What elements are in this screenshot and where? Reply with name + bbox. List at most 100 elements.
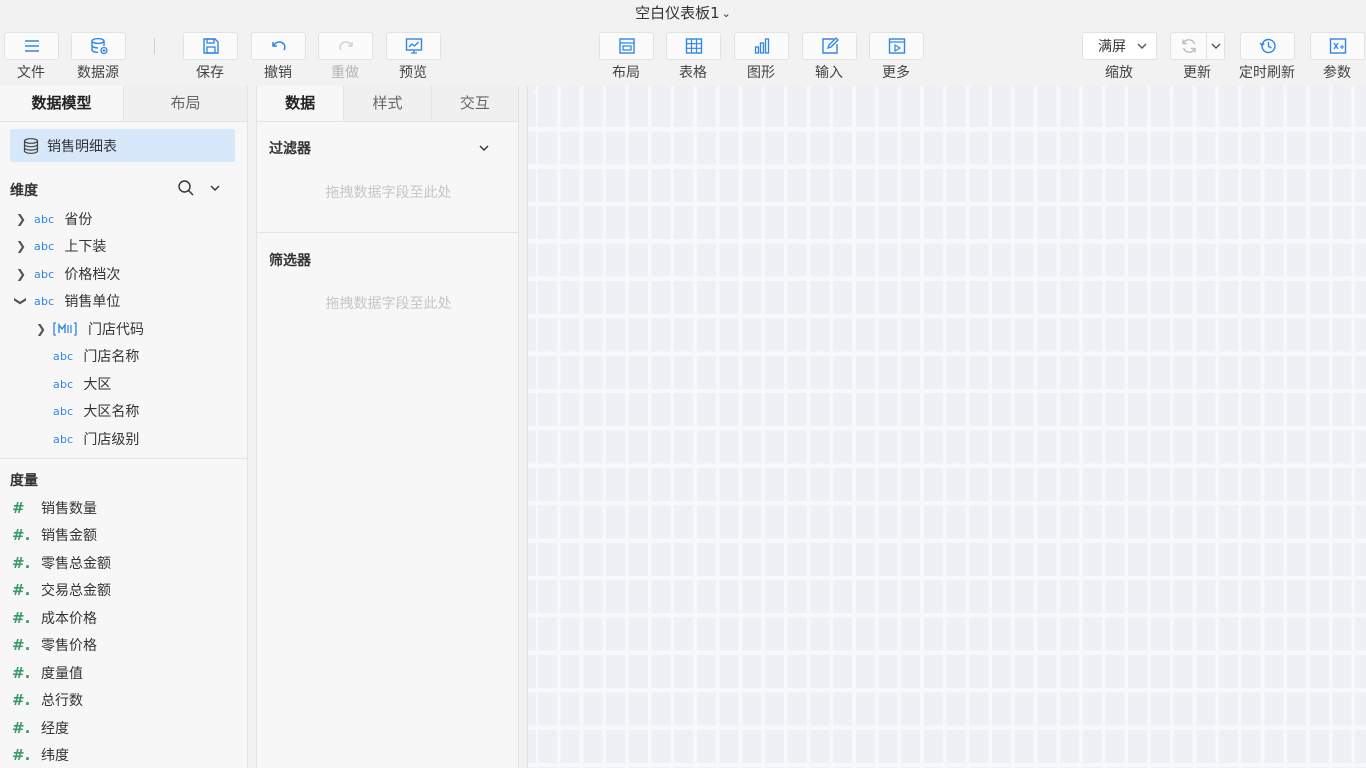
string-type-icon: abc [34,212,55,226]
tab-data-model[interactable]: 数据模型 [0,86,124,121]
refresh-icon [1181,39,1196,53]
measure-field[interactable]: #. 零售价格 [12,634,97,656]
mid-panel-tabs: 数据 样式 交互 [257,86,518,122]
measure-field[interactable]: #. 销售金额 [12,524,97,546]
more-icon [888,38,905,54]
field-label: 交易总金额 [41,583,111,599]
tab-layout[interactable]: 布局 [124,86,247,121]
dimension-field[interactable]: ❯ abc 省份 [14,208,92,230]
chevron-right-icon[interactable]: ❯ [14,212,28,226]
filter-drop-zone[interactable]: 拖拽数据字段至此处 [257,182,520,202]
save-icon [202,38,219,54]
save-button[interactable] [183,32,238,60]
tab-data[interactable]: 数据 [257,86,345,121]
tab-style[interactable]: 样式 [344,86,432,121]
chevron-down-icon[interactable]: ⌄ [722,1,731,27]
measure-icon: #. [12,664,31,682]
chevron-down-icon[interactable] [478,142,490,154]
measure-field[interactable]: #. 成本价格 [12,607,97,629]
undo-label: 撤销 [264,65,292,81]
table-button[interactable] [666,32,721,60]
field-label: 上下装 [64,239,107,255]
section-divider [257,232,519,233]
timed-refresh-button[interactable] [1240,32,1295,60]
field-label: 销售金额 [41,528,97,544]
field-label: 经度 [41,721,69,737]
chevron-right-icon[interactable]: ❯ [14,267,28,281]
refresh-split-button[interactable] [1170,32,1225,60]
database-icon [90,37,108,55]
chevron-right-icon[interactable]: ❯ [34,322,48,336]
measure-field[interactable]: #. 零售总金额 [12,552,111,574]
field-label: 成本价格 [41,611,97,627]
dataset-item[interactable]: 销售明细表 [10,129,235,162]
refresh-dropdown[interactable] [1207,33,1224,59]
dimension-field[interactable]: ❯ abc 销售单位 [14,290,120,312]
undo-button[interactable] [251,32,306,60]
redo-icon [338,41,353,51]
chart-button[interactable] [734,32,789,60]
chevron-right-icon[interactable]: ❯ [14,239,28,253]
field-label: 门店代码 [88,322,144,338]
dimension-field[interactable]: abc 大区名称 [47,400,139,422]
dashboard-title-text: 空白仪表板1 [635,4,720,22]
toolbar-divider [154,38,155,54]
file-button[interactable] [4,32,59,60]
dimension-title: 维度 [10,183,38,199]
zoom-value: 满屏 [1098,39,1126,55]
chart-label: 图形 [747,65,775,81]
dimension-tools [177,179,221,197]
chevron-down-icon[interactable] [209,182,221,194]
field-label: 大区 [83,377,112,393]
menu-icon [24,40,39,52]
params-button[interactable] [1310,32,1365,60]
field-label: 大区名称 [83,404,140,420]
dimension-field[interactable]: abc 大区 [47,373,111,395]
string-type-icon: abc [34,239,55,253]
section-divider [0,458,247,459]
more-label: 更多 [882,65,910,81]
string-type-icon: abc [53,432,74,446]
dataset-name: 销售明细表 [47,138,117,155]
field-label: 总行数 [41,693,83,709]
measure-field[interactable]: # 销售数量 [12,497,97,519]
redo-label: 重做 [331,65,359,81]
tab-interaction[interactable]: 交互 [431,86,518,121]
measure-field[interactable]: #. 经度 [12,717,69,739]
measure-field[interactable]: #. 纬度 [12,744,69,766]
chevron-down-icon [1137,43,1147,49]
dashboard-canvas[interactable] [527,86,1366,768]
string-type-icon: abc [53,349,74,363]
more-button[interactable] [869,32,924,60]
redo-button[interactable] [318,32,373,60]
refresh-button[interactable] [1171,33,1207,59]
dashboard-title[interactable]: 空白仪表板1 ⌄ [0,0,1366,26]
input-label: 输入 [815,65,843,81]
measure-icon: #. [12,719,31,737]
layout-button[interactable] [599,32,654,60]
string-type-icon: abc [53,404,74,418]
field-label: 纬度 [41,748,69,764]
measure-icon: #. [12,581,31,599]
dimension-field[interactable]: ❯ abc 上下装 [14,235,106,257]
dimension-field[interactable]: abc 门店级别 [47,428,139,450]
measure-field[interactable]: #. 总行数 [12,689,83,711]
selector-drop-zone[interactable]: 拖拽数据字段至此处 [257,293,520,313]
search-icon[interactable] [177,179,195,197]
string-type-icon: abc [34,267,55,281]
datasource-button[interactable] [71,32,126,60]
dimension-field[interactable]: abc 门店名称 [47,345,139,367]
field-label: 度量值 [41,666,83,682]
dimension-field[interactable]: ❯ 门店代码 [34,318,144,340]
measure-field[interactable]: #. 交易总金额 [12,579,111,601]
datasource-label: 数据源 [77,65,119,81]
measure-field[interactable]: #. 度量值 [12,662,83,684]
dimension-field[interactable]: ❯ abc 价格档次 [14,263,120,285]
input-button[interactable] [802,32,857,60]
edit-icon [821,37,839,54]
parameter-icon [1329,38,1346,54]
preview-button[interactable] [386,32,441,60]
zoom-select[interactable]: 满屏 [1082,32,1157,60]
chevron-down-icon[interactable]: ❯ [14,294,28,308]
canvas-grid [528,86,1366,768]
